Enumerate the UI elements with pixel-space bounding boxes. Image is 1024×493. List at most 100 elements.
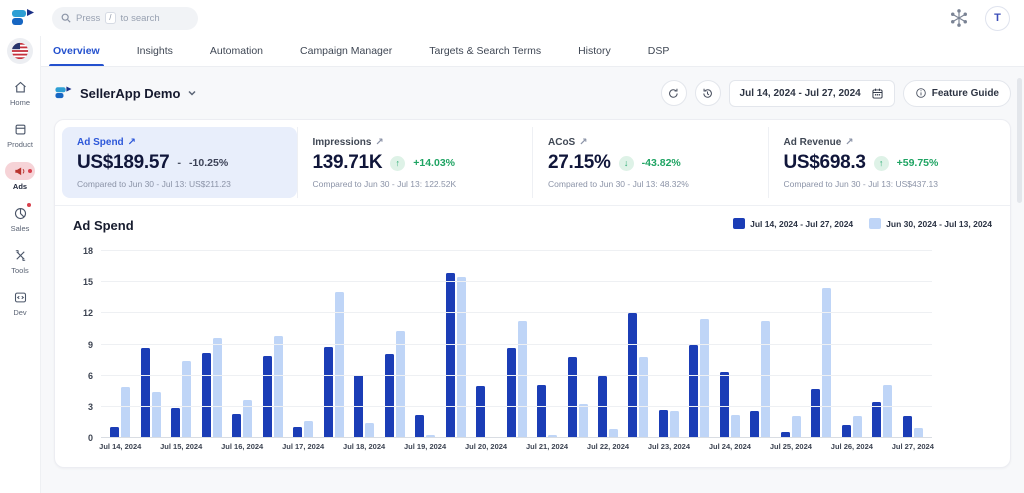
bar[interactable] — [445, 272, 455, 438]
bar-group[interactable] — [898, 251, 928, 438]
tab-overview[interactable]: Overview — [49, 36, 104, 66]
bar[interactable] — [506, 347, 516, 438]
bar-group[interactable] — [318, 251, 348, 438]
bar-group[interactable] — [257, 251, 287, 438]
bar[interactable] — [872, 401, 882, 438]
bar-group[interactable] — [745, 251, 775, 438]
bar-group[interactable] — [623, 251, 653, 438]
bar[interactable] — [476, 386, 486, 438]
bar[interactable] — [171, 407, 181, 438]
bar-group[interactable] — [715, 251, 745, 438]
marketplace-flag-button[interactable] — [7, 38, 33, 64]
bar[interactable] — [700, 318, 710, 438]
bar[interactable] — [212, 338, 222, 438]
sidebar-item-dev[interactable]: Dev — [0, 288, 40, 317]
bar[interactable] — [669, 411, 679, 438]
bar-group[interactable] — [562, 251, 592, 438]
bar[interactable] — [567, 356, 577, 438]
bar[interactable] — [517, 320, 527, 438]
bar[interactable] — [232, 414, 242, 438]
kpi-card-ad-revenue[interactable]: Ad Revenue↗ US$698.3 +59.75% Compared to… — [767, 127, 1004, 198]
sidebar-item-home[interactable]: Home — [0, 78, 40, 107]
bar-group[interactable] — [806, 251, 836, 438]
bar-group[interactable] — [867, 251, 897, 438]
bar-group[interactable] — [532, 251, 562, 438]
tab-dsp[interactable]: DSP — [648, 36, 670, 66]
bar-group[interactable] — [440, 251, 470, 438]
bar[interactable] — [761, 320, 771, 438]
bar[interactable] — [730, 415, 740, 438]
bar[interactable] — [384, 353, 394, 438]
date-range-picker[interactable]: Jul 14, 2024 - Jul 27, 2024 — [728, 79, 895, 107]
bar-group[interactable] — [196, 251, 226, 438]
bar[interactable] — [791, 416, 801, 438]
bar[interactable] — [841, 424, 851, 438]
bar[interactable] — [537, 385, 547, 438]
tab-insights[interactable]: Insights — [137, 36, 173, 66]
bar-group[interactable] — [410, 251, 440, 438]
tab-history[interactable]: History — [578, 36, 611, 66]
kpi-card-ad-spend[interactable]: Ad Spend ↗ US$189.57 - -10.25% Compared t… — [62, 127, 297, 198]
bar[interactable] — [273, 336, 283, 438]
sidebar-item-sales[interactable]: Sales — [0, 203, 40, 233]
bar[interactable] — [151, 392, 161, 438]
bar[interactable] — [415, 415, 425, 438]
scrollbar[interactable] — [1016, 0, 1023, 493]
bar-group[interactable] — [776, 251, 806, 438]
bar[interactable] — [182, 361, 192, 438]
bar-group[interactable] — [837, 251, 867, 438]
refresh-button[interactable] — [660, 80, 687, 106]
bar[interactable] — [719, 371, 729, 438]
tab-campaign-manager[interactable]: Campaign Manager — [300, 36, 392, 66]
user-avatar[interactable]: T — [985, 5, 1010, 31]
bar[interactable] — [902, 416, 912, 438]
bar-group[interactable] — [593, 251, 623, 438]
bar[interactable] — [323, 346, 333, 438]
bar[interactable] — [578, 403, 588, 438]
bar-group[interactable] — [654, 251, 684, 438]
bar[interactable] — [304, 421, 314, 438]
bar[interactable] — [822, 288, 832, 438]
search-input[interactable]: Press / to search — [52, 6, 198, 30]
feature-guide-button[interactable]: Feature Guide — [902, 79, 1011, 107]
bar[interactable] — [852, 416, 862, 438]
sidebar-item-tools[interactable]: Tools — [0, 246, 40, 275]
bar-group[interactable] — [684, 251, 714, 438]
scrollbar-thumb[interactable] — [1017, 78, 1022, 203]
bar[interactable] — [365, 423, 375, 438]
tab-targets-search-terms[interactable]: Targets & Search Terms — [429, 36, 541, 66]
legend-item-previous[interactable]: Jun 30, 2024 - Jul 13, 2024 — [869, 218, 992, 229]
bar[interactable] — [140, 347, 150, 438]
bar[interactable] — [750, 411, 760, 438]
bar[interactable] — [628, 313, 638, 438]
kpi-card-acos[interactable]: ACoS↗ 27.15% -43.82% Compared to Jun 30 … — [532, 127, 768, 198]
bar[interactable] — [811, 389, 821, 438]
bar-group[interactable] — [379, 251, 409, 438]
tab-automation[interactable]: Automation — [210, 36, 263, 66]
bar-group[interactable] — [166, 251, 196, 438]
bar[interactable] — [201, 352, 211, 438]
bar-group[interactable] — [501, 251, 531, 438]
bar-group[interactable] — [227, 251, 257, 438]
bar[interactable] — [639, 356, 649, 438]
sellerapp-logo-icon[interactable] — [10, 7, 36, 29]
bar-group[interactable] — [105, 251, 135, 438]
bar-group[interactable] — [135, 251, 165, 438]
bar[interactable] — [121, 387, 131, 438]
bar-group[interactable] — [349, 251, 379, 438]
snowflake-icon[interactable] — [949, 8, 969, 28]
legend-item-current[interactable]: Jul 14, 2024 - Jul 27, 2024 — [733, 218, 853, 229]
bar-group[interactable] — [471, 251, 501, 438]
bar[interactable] — [689, 344, 699, 438]
sidebar-item-product[interactable]: Product — [0, 120, 40, 149]
kpi-card-impressions[interactable]: Impressions↗ 139.71K +14.03% Compared to… — [296, 127, 533, 198]
bar[interactable] — [395, 331, 405, 438]
bar[interactable] — [883, 385, 893, 438]
history-button[interactable] — [694, 80, 721, 106]
sidebar-item-ads[interactable]: Ads — [0, 162, 40, 191]
bar[interactable] — [456, 276, 466, 438]
bar[interactable] — [658, 409, 668, 438]
account-selector[interactable]: SellerApp Demo — [54, 85, 197, 101]
bar[interactable] — [334, 291, 344, 438]
bar[interactable] — [262, 355, 272, 438]
